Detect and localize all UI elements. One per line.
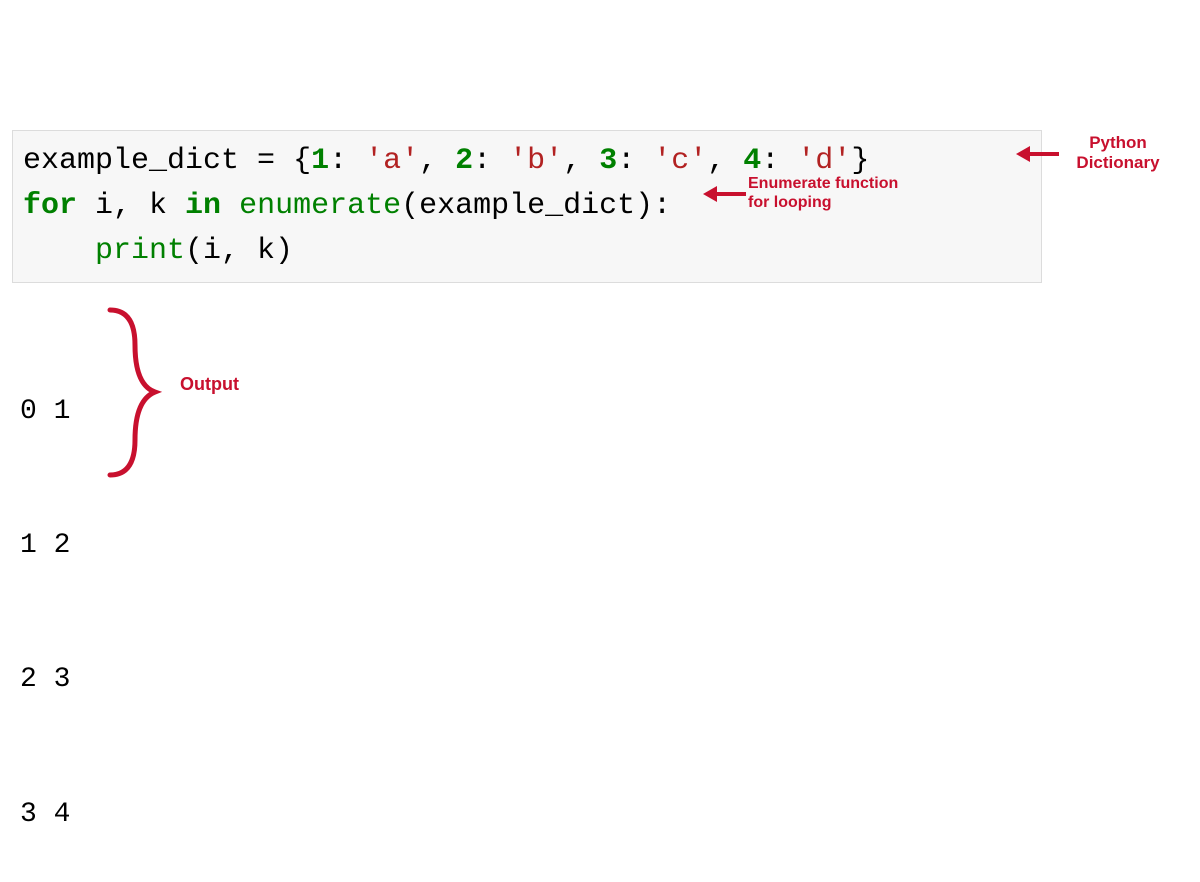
code-token: = [257, 144, 293, 178]
output-block: 0 1 1 2 2 3 3 4 [20, 300, 70, 882]
code-line-3: print(i, k) [23, 229, 1031, 274]
code-token: example_dict [23, 144, 257, 178]
code-token: for [23, 189, 77, 223]
annotation-enumerate: Enumerate function for looping [748, 174, 928, 212]
code-token: : [617, 144, 653, 178]
code-token: example_dict [419, 189, 635, 223]
code-token: , [563, 144, 599, 178]
code-token: 3 [599, 144, 617, 178]
code-token: 'c' [653, 144, 707, 178]
annotation-text: Dictionary [1063, 153, 1173, 173]
code-token: ): [635, 189, 671, 223]
output-line: 3 4 [20, 793, 70, 838]
code-token: , [419, 144, 455, 178]
output-line: 1 2 [20, 524, 70, 569]
code-token: , [707, 144, 743, 178]
output-line: 0 1 [20, 390, 70, 435]
code-token: ( [401, 189, 419, 223]
code-token [23, 234, 95, 268]
code-token: 'b' [509, 144, 563, 178]
code-token: { [293, 144, 311, 178]
code-token: 4 [743, 144, 761, 178]
code-token: 2 [455, 144, 473, 178]
code-token: : [473, 144, 509, 178]
code-token: enumerate [239, 189, 401, 223]
annotation-dictionary: Python Dictionary [1063, 133, 1173, 174]
annotation-text: for looping [748, 193, 928, 212]
code-token: i, k [77, 189, 185, 223]
code-token: 1 [311, 144, 329, 178]
annotation-text: Enumerate function [748, 174, 928, 193]
code-token: (i, k) [185, 234, 293, 268]
annotation-text: Output [180, 374, 239, 394]
code-token: in [185, 189, 221, 223]
arrow-head-icon [1016, 146, 1030, 162]
arrow-icon [1029, 152, 1059, 156]
code-token: 'a' [365, 144, 419, 178]
code-token: print [95, 234, 185, 268]
code-token [221, 189, 239, 223]
code-token: : [329, 144, 365, 178]
arrow-head-icon [703, 186, 717, 202]
code-token: 'd' [797, 144, 851, 178]
arrow-icon [716, 192, 746, 196]
code-token: : [761, 144, 797, 178]
output-line: 2 3 [20, 658, 70, 703]
code-token: } [851, 144, 869, 178]
annotation-text: Python [1063, 133, 1173, 153]
annotation-output: Output [180, 374, 270, 396]
brace-icon [100, 300, 170, 485]
